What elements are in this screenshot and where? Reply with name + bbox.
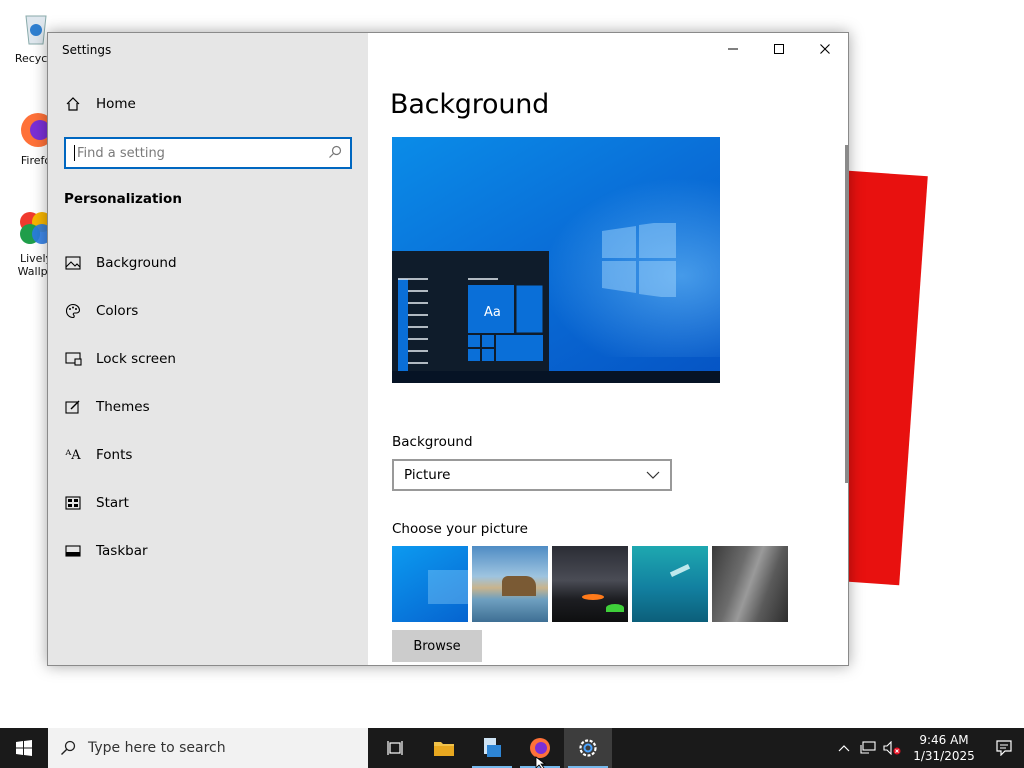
nav-item-colors[interactable]: Colors: [64, 287, 177, 335]
system-tray: 9:46 AM 1/31/2025: [832, 728, 1024, 768]
nav-item-start[interactable]: Start: [64, 479, 177, 527]
choose-picture-label: Choose your picture: [392, 521, 528, 537]
start-button[interactable]: [0, 728, 48, 768]
background-field-label: Background: [392, 434, 473, 450]
taskbar: Type here to search 9:46 AM 1/31/2025: [0, 728, 1024, 768]
nav-item-label: Taskbar: [96, 543, 148, 559]
windows-logo-icon: [602, 223, 676, 297]
thumbnail-night-sky[interactable]: [552, 546, 628, 622]
nav-home[interactable]: Home: [64, 95, 136, 113]
taskbar-app-file-manager[interactable]: [468, 728, 516, 768]
dropdown-value: Picture: [404, 467, 451, 483]
taskbar-app-settings[interactable]: [564, 728, 612, 768]
section-title: Personalization: [64, 191, 182, 207]
nav-item-background[interactable]: Background: [64, 239, 177, 287]
background-icon: [64, 254, 82, 272]
thumbnail-rock-cliff[interactable]: [712, 546, 788, 622]
themes-icon: [64, 398, 82, 416]
preview-taskbar: [392, 371, 720, 383]
taskbar-icon: [64, 542, 82, 560]
taskbar-clock[interactable]: 9:46 AM 1/31/2025: [904, 732, 984, 764]
lock-screen-icon: [64, 350, 82, 368]
taskbar-app-file-explorer[interactable]: [420, 728, 468, 768]
page-title: Background: [390, 89, 550, 120]
background-preview: Aa: [392, 137, 720, 383]
task-view-button[interactable]: [372, 728, 420, 768]
nav-item-label: Colors: [96, 303, 139, 319]
window-title: Settings: [62, 43, 112, 57]
home-icon: [64, 95, 82, 113]
nav-item-label: Background: [96, 255, 177, 271]
volume-muted-icon[interactable]: [880, 728, 904, 768]
file-manager-icon: [484, 738, 501, 757]
start-icon: [64, 494, 82, 512]
thumbnail-windows-blue[interactable]: [392, 546, 468, 622]
content-scrollbar[interactable]: [845, 145, 848, 483]
fonts-icon: ᴬA: [65, 447, 81, 463]
settings-content: Background Aa Background Picture Choose …: [368, 33, 848, 665]
nav-item-label: Themes: [96, 399, 150, 415]
settings-sidebar: Settings Home Find a setting Personaliza…: [48, 33, 368, 665]
text-caret: [74, 145, 75, 161]
nav-item-label: Start: [96, 495, 129, 511]
nav-item-label: Lock screen: [96, 351, 176, 367]
windows-start-icon: [16, 740, 32, 756]
personalization-nav: Background Colors Lock screen Themes ᴬA …: [64, 239, 177, 575]
thumbnail-beach-rocks[interactable]: [472, 546, 548, 622]
thumbnail-underwater-swimmer[interactable]: [632, 546, 708, 622]
taskbar-search-box[interactable]: Type here to search: [48, 728, 368, 768]
picture-thumbnails: [392, 546, 788, 622]
browse-button[interactable]: Browse: [392, 630, 482, 662]
settings-gear-icon: [579, 739, 597, 757]
search-icon[interactable]: [328, 144, 342, 163]
preview-tile-label: Aa: [484, 305, 501, 320]
nav-item-fonts[interactable]: ᴬA Fonts: [64, 431, 177, 479]
palette-icon: [64, 302, 82, 320]
mouse-cursor-icon: [535, 756, 547, 768]
nav-item-lock-screen[interactable]: Lock screen: [64, 335, 177, 383]
chevron-down-icon: [646, 471, 660, 479]
file-explorer-icon: [434, 742, 454, 756]
taskbar-search-placeholder: Type here to search: [88, 740, 226, 756]
nav-item-label: Fonts: [96, 447, 133, 463]
action-center-button[interactable]: [984, 728, 1024, 768]
notification-icon: [996, 740, 1012, 756]
task-view-icon: [387, 741, 403, 755]
network-icon[interactable]: [856, 728, 880, 768]
background-type-dropdown[interactable]: Picture: [392, 459, 672, 491]
search-placeholder: Find a setting: [77, 145, 165, 161]
nav-home-label: Home: [96, 96, 136, 112]
clock-time: 9:46 AM: [919, 733, 969, 747]
clock-date: 1/31/2025: [913, 749, 975, 763]
search-icon: [61, 740, 76, 755]
nav-item-themes[interactable]: Themes: [64, 383, 177, 431]
preview-start-menu: Aa: [392, 251, 549, 371]
chevron-up-icon[interactable]: [832, 728, 856, 768]
nav-item-taskbar[interactable]: Taskbar: [64, 527, 177, 575]
settings-window: Settings Home Find a setting Personaliza…: [47, 32, 849, 666]
settings-search-input[interactable]: Find a setting: [64, 137, 352, 169]
